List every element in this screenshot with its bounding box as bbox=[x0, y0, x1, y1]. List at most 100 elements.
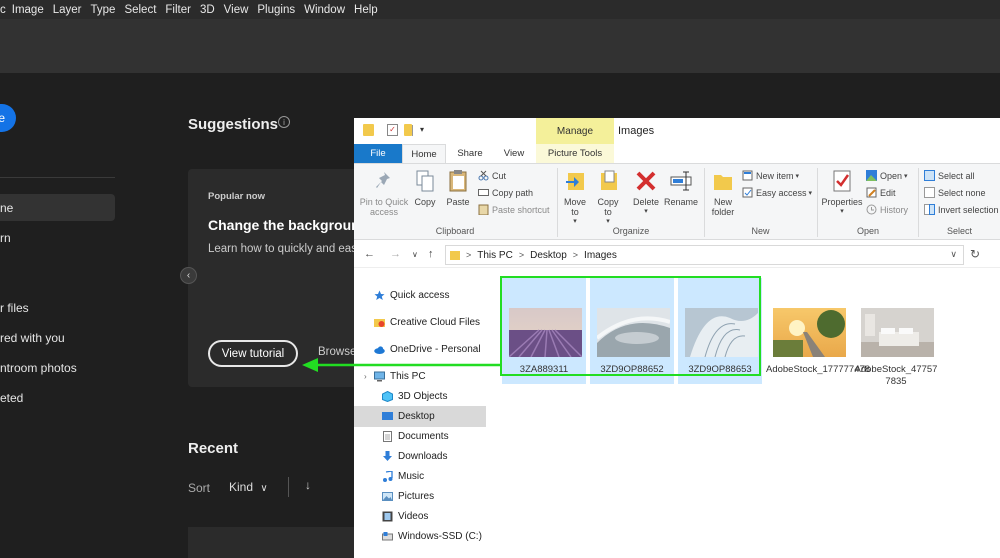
nav-documents[interactable]: Documents bbox=[382, 431, 449, 442]
pin-quick-access-button[interactable]: Pin to Quick access bbox=[358, 169, 410, 217]
open-image-icon bbox=[866, 170, 877, 181]
chevron-right-icon: > bbox=[466, 250, 472, 260]
sidebar-item-learn[interactable]: rn bbox=[0, 231, 11, 245]
nav-onedrive[interactable]: OneDrive - Personal bbox=[374, 344, 481, 355]
sidebar-item-lightroom[interactable]: ntroom photos bbox=[0, 361, 77, 375]
window-title: Images bbox=[618, 125, 655, 137]
recent-locations-icon[interactable]: ∨ bbox=[412, 250, 418, 259]
nav-label: Windows-SSD (C:) bbox=[398, 531, 482, 542]
menu-3d[interactable]: 3D bbox=[200, 4, 215, 16]
copy-path-button[interactable]: Copy path bbox=[478, 187, 533, 198]
music-note-icon bbox=[382, 470, 393, 482]
sidebar-item-deleted[interactable]: eted bbox=[0, 391, 23, 405]
chevron-right-icon: > bbox=[572, 250, 579, 260]
select-none-label: Select none bbox=[938, 187, 986, 198]
nav-quick-access[interactable]: Quick access bbox=[374, 290, 449, 301]
select-none-button[interactable]: Select none bbox=[924, 187, 986, 198]
tab-picture-tools[interactable]: Picture Tools bbox=[536, 144, 614, 163]
select-all-button[interactable]: Select all bbox=[924, 170, 975, 181]
menu-layer[interactable]: Layer bbox=[53, 4, 82, 16]
nav-music[interactable]: Music bbox=[382, 470, 424, 482]
invert-selection-button[interactable]: Invert selection bbox=[924, 204, 999, 215]
history-button[interactable]: History bbox=[866, 204, 908, 215]
sidebar-item-your-files[interactable]: r files bbox=[0, 301, 29, 315]
file-item[interactable]: AdobeStock_477577835 bbox=[854, 278, 938, 387]
open-button[interactable]: Open ▾ bbox=[866, 170, 908, 181]
copy-to-button[interactable]: Copy to ▾ bbox=[594, 169, 622, 227]
cut-button[interactable]: Cut bbox=[478, 170, 506, 181]
forward-arrow-icon[interactable]: → bbox=[390, 248, 401, 260]
menu-view[interactable]: View bbox=[224, 4, 249, 16]
file-item[interactable]: AdobeStock_177777478 bbox=[766, 278, 870, 384]
new-folder-quick-icon[interactable] bbox=[404, 124, 412, 136]
nav-3d-objects[interactable]: 3D Objects bbox=[382, 390, 447, 403]
sort-direction-icon[interactable]: ↓ bbox=[305, 478, 311, 492]
easy-access-dropdown-icon: ▾ bbox=[808, 189, 813, 197]
properties-button[interactable]: Properties ▾ bbox=[820, 169, 864, 217]
explorer-title-bar: ✓ ▾ Manage Images bbox=[354, 118, 1000, 144]
up-arrow-icon[interactable]: ↑ bbox=[428, 248, 434, 260]
menu-plugins[interactable]: Plugins bbox=[257, 4, 295, 16]
scissors-icon bbox=[478, 170, 489, 181]
folder-icon bbox=[450, 250, 460, 260]
breadcrumb-this-pc[interactable]: This PC bbox=[477, 250, 513, 261]
paste-shortcut-button[interactable]: Paste shortcut bbox=[478, 204, 550, 216]
nav-pictures[interactable]: Pictures bbox=[382, 491, 434, 502]
properties-check-icon[interactable]: ✓ bbox=[387, 124, 398, 136]
menu-image[interactable]: Image bbox=[12, 4, 44, 16]
sidebar-item-home[interactable]: ne bbox=[0, 201, 13, 215]
info-icon[interactable]: i bbox=[278, 116, 290, 128]
menu-type[interactable]: Type bbox=[91, 4, 116, 16]
tab-view[interactable]: View bbox=[492, 144, 536, 163]
suggestion-description: Learn how to quickly and easily bbox=[208, 243, 354, 255]
nav-desktop[interactable]: Desktop bbox=[382, 411, 435, 422]
move-to-button[interactable]: Move to ▾ bbox=[561, 169, 589, 227]
manage-contextual-tab[interactable]: Manage bbox=[536, 118, 614, 144]
delete-button[interactable]: Delete ▾ bbox=[632, 169, 660, 217]
back-arrow-icon[interactable]: ← bbox=[364, 248, 375, 260]
menu-help[interactable]: Help bbox=[354, 4, 378, 16]
nav-creative-cloud-files[interactable]: Creative Cloud Files bbox=[374, 317, 480, 328]
sidebar-active-highlight bbox=[0, 194, 115, 221]
recent-file-card[interactable] bbox=[188, 527, 358, 558]
menu-filter[interactable]: Filter bbox=[165, 4, 191, 16]
copy-button[interactable]: Copy bbox=[412, 169, 438, 207]
nav-downloads[interactable]: Downloads bbox=[382, 451, 447, 462]
nav-videos[interactable]: Videos bbox=[382, 511, 428, 522]
carousel-prev-icon[interactable]: ‹ bbox=[180, 267, 197, 284]
folder-icon bbox=[363, 124, 374, 136]
tab-share[interactable]: Share bbox=[448, 144, 492, 163]
invert-selection-label: Invert selection bbox=[938, 204, 999, 215]
tab-file[interactable]: File bbox=[354, 144, 402, 163]
sort-kind-dropdown[interactable]: Kind ∨ bbox=[229, 480, 268, 494]
nav-windows-ssd[interactable]: Windows-SSD (C:) bbox=[382, 531, 482, 542]
rename-button[interactable]: Rename bbox=[664, 169, 698, 207]
tab-home[interactable]: Home bbox=[402, 144, 446, 164]
new-item-button[interactable]: New item ▾ bbox=[742, 170, 799, 181]
menu-window[interactable]: Window bbox=[304, 4, 345, 16]
sort-label: Sort bbox=[188, 481, 211, 495]
easy-access-button[interactable]: Easy access ▾ bbox=[742, 187, 812, 198]
view-tutorial-button[interactable]: View tutorial bbox=[208, 340, 298, 367]
breadcrumb-images[interactable]: Images bbox=[584, 250, 617, 261]
ps-menu-bar: c Image Layer Type Select Filter 3D View… bbox=[0, 0, 1000, 19]
address-bar[interactable]: > This PC > Desktop > Images ∨ bbox=[445, 245, 964, 265]
menu-select[interactable]: Select bbox=[124, 4, 156, 16]
breadcrumb-desktop[interactable]: Desktop bbox=[530, 250, 567, 261]
new-folder-icon bbox=[712, 169, 734, 193]
new-folder-button[interactable]: New folder bbox=[708, 169, 738, 217]
sidebar-item-shared[interactable]: red with you bbox=[0, 331, 65, 345]
nav-label: OneDrive - Personal bbox=[390, 344, 481, 355]
nav-label: Quick access bbox=[390, 290, 450, 301]
copy-label: Copy bbox=[414, 197, 436, 207]
refresh-icon[interactable]: ↻ bbox=[970, 247, 980, 261]
paste-button[interactable]: Paste bbox=[444, 169, 472, 207]
select-none-icon bbox=[924, 187, 935, 198]
delete-x-icon bbox=[635, 169, 657, 193]
copy-path-icon bbox=[478, 187, 489, 198]
edit-button[interactable]: Edit bbox=[866, 187, 896, 198]
ribbon-tabs: File Home Share View Picture Tools bbox=[354, 144, 1000, 164]
customize-toolbar-icon[interactable]: ▾ bbox=[420, 125, 424, 134]
address-dropdown-icon[interactable]: ∨ bbox=[950, 249, 957, 260]
sidebar-divider bbox=[0, 177, 115, 178]
